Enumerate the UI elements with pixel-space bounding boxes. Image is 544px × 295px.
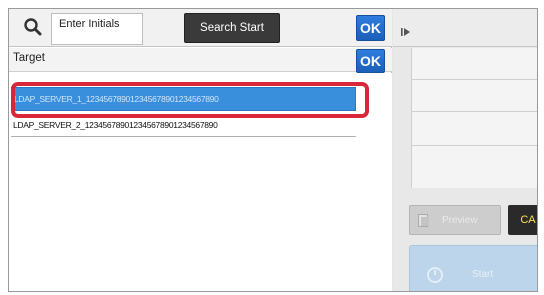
target-label: Target [13,52,45,64]
play-icon[interactable] [401,24,411,36]
start-icon [426,266,444,284]
divider [411,145,537,146]
preview-button[interactable]: Preview [409,205,501,235]
preview-label: Preview [442,214,478,226]
divider [411,79,537,80]
server-list: LDAP_SERVER_1_12345678901234567890123456… [9,73,392,291]
start-button[interactable]: Start [409,245,537,291]
search-row: Enter Initials Search Start OK [9,9,392,47]
list-item-server-1[interactable]: LDAP_SERVER_1_12345678901234567890123456… [11,87,356,111]
target-ok-button[interactable]: OK [356,49,385,73]
screen-frame: Enter Initials Search Start OK Target OK… [8,8,538,292]
search-ok-button[interactable]: OK [356,15,385,41]
right-header [393,9,537,47]
search-icon[interactable] [22,16,44,38]
preview-icon [418,214,430,227]
list-item-server-2[interactable]: LDAP_SERVER_2_12345678901234567890123456… [11,113,356,137]
start-label: Start [472,268,494,280]
preview-area [411,48,537,188]
address-search-panel: Enter Initials Search Start OK Target OK… [9,9,392,291]
search-start-button[interactable]: Search Start [184,13,280,43]
target-row: Target OK [9,48,392,73]
ca-button[interactable]: CA [508,205,537,235]
initials-input[interactable]: Enter Initials [51,13,143,45]
action-panel: Preview CA Start [393,9,537,291]
divider [411,111,537,112]
